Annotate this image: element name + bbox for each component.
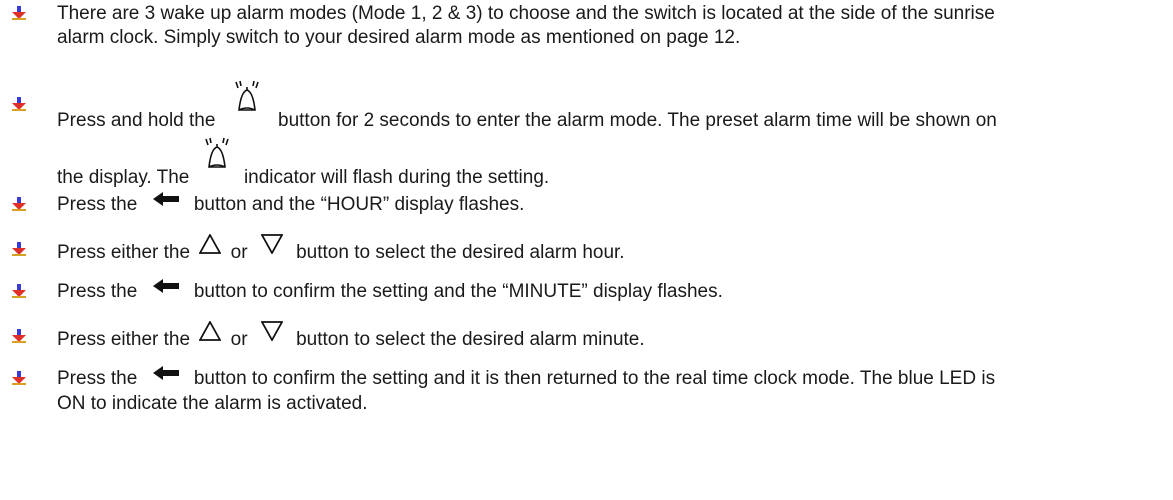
item-text-cont: alarm clock. Simply switch to your desir… bbox=[57, 26, 1167, 50]
arrow-down-bullet-icon bbox=[12, 6, 26, 20]
up-triangle-icon bbox=[199, 234, 221, 254]
alarm-bell-icon bbox=[199, 137, 235, 171]
item-text: Press and hold the button for 2 seconds … bbox=[57, 92, 1167, 133]
item-text: Press either the or button to select the… bbox=[57, 325, 1167, 352]
arrow-down-bullet-icon bbox=[12, 284, 26, 298]
item-text: Press the button to confirm the setting … bbox=[57, 367, 1167, 391]
item-text: Press the button and the “HOUR” display … bbox=[57, 193, 1167, 217]
item-text: Press the button to confirm the setting … bbox=[57, 280, 1167, 304]
alarm-bell-icon bbox=[229, 80, 265, 114]
down-triangle-icon bbox=[261, 321, 283, 341]
arrow-down-bullet-icon bbox=[12, 329, 26, 343]
left-arrow-icon bbox=[153, 192, 179, 206]
item-text-cont: the display. The indicator will flash du… bbox=[57, 149, 1167, 190]
down-triangle-icon bbox=[261, 234, 283, 254]
left-arrow-icon bbox=[153, 366, 179, 380]
item-text-cont: ON to indicate the alarm is activated. bbox=[57, 392, 1167, 416]
item-text: There are 3 wake up alarm modes (Mode 1,… bbox=[57, 2, 1167, 26]
left-arrow-icon bbox=[153, 279, 179, 293]
arrow-down-bullet-icon bbox=[12, 197, 26, 211]
arrow-down-bullet-icon bbox=[12, 97, 26, 111]
up-triangle-icon bbox=[199, 321, 221, 341]
arrow-down-bullet-icon bbox=[12, 371, 26, 385]
item-text: Press either the or button to select the… bbox=[57, 238, 1167, 265]
arrow-down-bullet-icon bbox=[12, 242, 26, 256]
